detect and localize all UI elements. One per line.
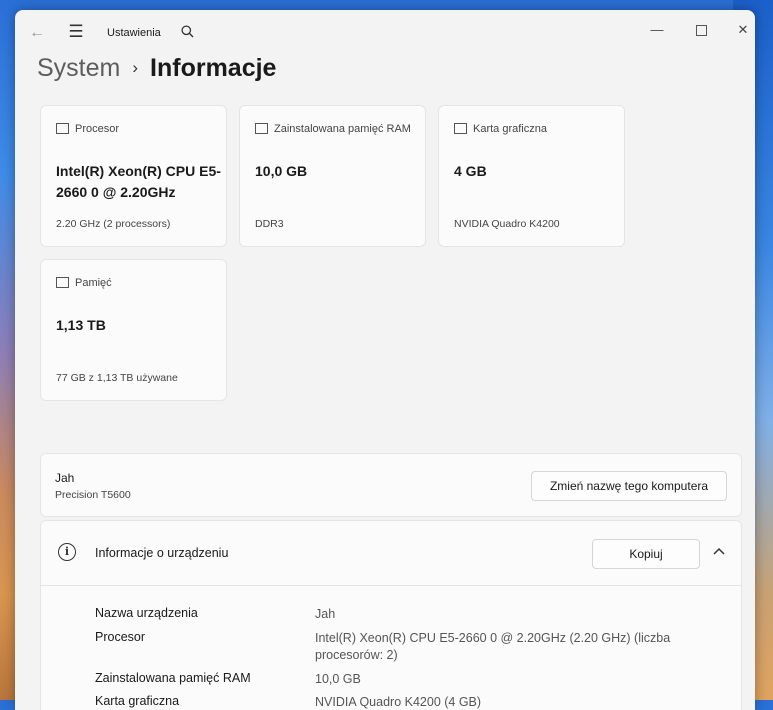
search-icon[interactable] [178, 23, 196, 43]
spec-row-label: Procesor [95, 630, 146, 644]
card-label: Pamięć [75, 277, 112, 290]
processor-card: Procesor Intel(R) Xeon(R) CPU E5-2660 0 … [40, 105, 227, 247]
processor-icon [56, 122, 69, 134]
storage-card: Pamięć 1,13 TB 77 GB z 1,13 TB używane [40, 259, 227, 401]
card-label: Karta graficzna [473, 123, 547, 136]
chevron-up-icon[interactable] [709, 543, 729, 558]
title-bar: ← ☰ Ustawienia — ✕ [15, 10, 755, 54]
card-subtext: NVIDIA Quadro K4200 [454, 218, 560, 230]
chevron-right-icon: › [132, 58, 139, 77]
card-value: 4 GB [454, 163, 487, 179]
computer-model: Precision T5600 [55, 489, 131, 501]
breadcrumb-system[interactable]: System [37, 54, 120, 82]
spec-row-label: Karta graficzna [95, 694, 180, 708]
breadcrumb: System › Informacje [37, 54, 276, 94]
copy-button[interactable]: Kopiuj [592, 539, 700, 569]
card-value: 1,13 TB [56, 317, 106, 333]
maximize-icon[interactable] [679, 16, 723, 44]
card-value: Intel(R) Xeon(R) CPU E5-2660 0 @ 2.20GHz [56, 163, 221, 200]
ram-card: Zainstalowana pamięć RAM 10,0 GB DDR3 [239, 105, 426, 247]
page-title: Informacje [150, 54, 277, 82]
device-info-title: Informacje o urządzeniu [95, 546, 229, 560]
card-value: 10,0 GB [255, 163, 308, 179]
hamburger-menu-icon[interactable]: ☰ [65, 22, 87, 42]
spec-row-label: Nazwa urządzenia [95, 606, 198, 620]
device-info-card: i Informacje o urządzeniu Kopiuj Nazwa u… [40, 520, 742, 710]
card-label: Procesor [75, 123, 120, 136]
card-subtext: 77 GB z 1,13 TB używane [56, 372, 178, 384]
settings-window: ← ☰ Ustawienia — ✕ System › Informacje Pro… [15, 10, 755, 710]
card-subtext: DDR3 [255, 218, 284, 230]
spec-row-value: NVIDIA Quadro K4200 (4 GB) [315, 695, 482, 709]
spec-row-value: Intel(R) Xeon(R) CPU E5-2660 0 @ 2.20GHz… [315, 631, 671, 662]
card-label: Zainstalowana pamięć RAM [274, 123, 411, 135]
rename-computer-button[interactable]: Zmień nazwę tego komputera [531, 471, 727, 501]
graphics-card-icon [454, 122, 467, 134]
graphics-card: Karta graficzna 4 GB NVIDIA Quadro K4200 [438, 105, 625, 247]
ram-icon [255, 123, 268, 134]
arrow-left-icon[interactable]: ← [27, 23, 47, 43]
storage-icon [56, 276, 69, 288]
close-icon[interactable]: ✕ [721, 16, 755, 44]
app-title: Ustawienia [107, 27, 161, 39]
spec-row-value: 10,0 GB [315, 672, 361, 686]
device-info-header[interactable]: i Informacje o urządzeniu Kopiuj [41, 521, 741, 586]
info-icon: i [58, 543, 76, 561]
computer-name: Jah [55, 471, 75, 485]
minimize-icon[interactable]: — [635, 16, 679, 44]
card-subtext: 2.20 GHz (2 processors) [56, 218, 171, 230]
spec-row-label: Zainstalowana pamięć RAM [95, 671, 251, 685]
computer-name-card: Jah Precision T5600 Zmień nazwę tego kom… [40, 453, 742, 517]
spec-row-value: Jah [315, 607, 336, 621]
